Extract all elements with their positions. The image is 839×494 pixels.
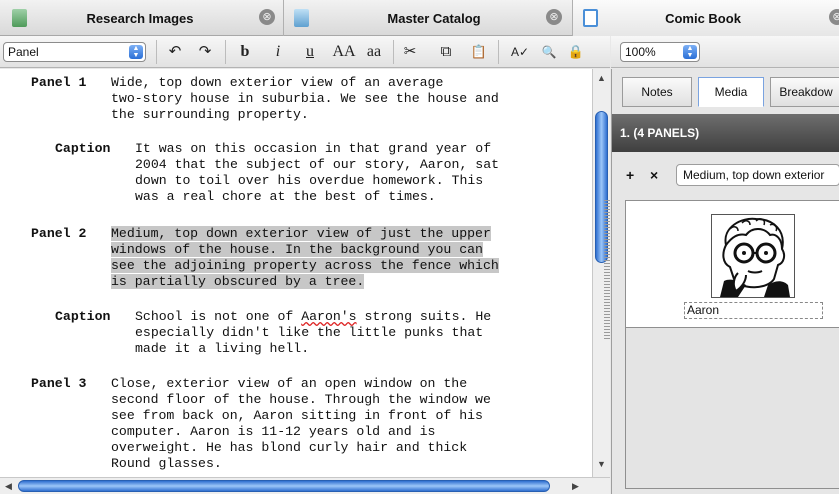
- toolbar-divider: [498, 40, 499, 64]
- horizontal-scroll-thumb[interactable]: [18, 480, 550, 492]
- text-line: overweight. He has blond curly hair and …: [111, 439, 468, 455]
- italic-button[interactable]: i: [270, 42, 286, 62]
- scroll-up-arrow-icon[interactable]: ▲: [597, 73, 606, 83]
- text-line: computer. Aaron is 11-12 years old and i…: [111, 423, 436, 439]
- portrait-illustration: [712, 215, 794, 297]
- tab-label: Research Images: [86, 11, 194, 26]
- media-controls: + × Medium, top down exterior: [612, 160, 839, 190]
- text-line: Close, exterior view of an open window o…: [111, 376, 468, 391]
- toolbar-divider: [156, 40, 157, 64]
- find-icon[interactable]: 🔍: [540, 42, 558, 62]
- panel-1-description[interactable]: Wide, top down exterior view of an avera…: [111, 75, 499, 123]
- text-line: was a real chore at the best of times.: [135, 188, 436, 204]
- tab-master-catalog[interactable]: Master Catalog ⊗: [284, 0, 572, 36]
- tab-comic-book[interactable]: Comic Book ⊗: [573, 0, 839, 36]
- text-fragment: School is not one of: [135, 309, 302, 324]
- style-select[interactable]: Panel ▲ ▼: [3, 42, 146, 62]
- scroll-left-arrow-icon[interactable]: ◀: [5, 481, 12, 492]
- panel-2-description[interactable]: Medium, top down exterior view of just t…: [111, 226, 499, 290]
- media-empty-area: [625, 328, 839, 489]
- redo-button[interactable]: ↷: [195, 42, 215, 62]
- close-icon[interactable]: ⊗: [546, 9, 562, 25]
- text-line: made it a living hell.: [135, 340, 310, 356]
- text-line: It was on this occasion in that grand ye…: [135, 141, 492, 156]
- caption-1-text[interactable]: It was on this occasion in that grand ye…: [135, 141, 499, 205]
- chevron-up-down-icon: ▲ ▼: [683, 45, 697, 59]
- catalog-icon: [294, 9, 309, 27]
- cut-icon[interactable]: ✂: [400, 42, 420, 62]
- media-description-field[interactable]: Medium, top down exterior: [676, 164, 839, 186]
- text-fragment: strong suits. He: [356, 309, 492, 324]
- text-line: second floor of the house. Through the w…: [111, 391, 491, 407]
- caption-1-label: Caption: [55, 141, 111, 156]
- paste-icon[interactable]: 📋: [470, 42, 488, 62]
- remove-media-button[interactable]: ×: [650, 167, 658, 183]
- underline-button[interactable]: u: [302, 42, 318, 62]
- uppercase-button[interactable]: AA: [330, 42, 358, 62]
- tab-notes[interactable]: Notes: [622, 77, 692, 107]
- text-line: Round glasses.: [111, 455, 222, 471]
- tab-research-images[interactable]: Research Images ⊗: [0, 0, 283, 36]
- scroll-down-arrow-icon[interactable]: ▼: [597, 459, 606, 469]
- horizontal-scrollbar[interactable]: ◀ ▶: [0, 477, 610, 494]
- media-thumbnail[interactable]: [711, 214, 795, 298]
- text-line: Wide, top down exterior view of an avera…: [111, 75, 444, 90]
- text-line: is partially obscured by a tree.: [111, 273, 365, 289]
- close-icon[interactable]: ⊗: [829, 9, 839, 25]
- panel-1-label: Panel 1: [31, 75, 87, 90]
- text-line: especially didn't like the little punks …: [135, 324, 484, 340]
- research-images-icon: [12, 9, 27, 27]
- split-resize-handle[interactable]: [604, 200, 610, 340]
- text-line: the surrounding property.: [111, 106, 309, 122]
- close-icon[interactable]: ⊗: [259, 9, 275, 25]
- copy-icon[interactable]: ⧉: [437, 42, 455, 62]
- text-line: Medium, top down exterior view of just t…: [111, 226, 491, 241]
- tab-label: Comic Book: [665, 11, 741, 26]
- lock-icon[interactable]: 🔒: [567, 42, 585, 62]
- media-caption-field[interactable]: Aaron: [684, 302, 823, 319]
- panel-2-label: Panel 2: [31, 226, 87, 241]
- zoom-select[interactable]: 100% ▲ ▼: [620, 42, 700, 62]
- panel-3-label: Panel 3: [31, 376, 87, 391]
- tab-bar: Research Images ⊗ Master Catalog ⊗ Comic…: [0, 0, 839, 36]
- toolbar-divider: [393, 40, 394, 64]
- spelling-icon[interactable]: A✓: [508, 42, 532, 62]
- text-line: see the adjoining property across the fe…: [111, 257, 499, 273]
- script-editor[interactable]: Panel 1 Wide, top down exterior view of …: [0, 69, 592, 477]
- tab-media[interactable]: Media: [698, 77, 764, 107]
- caption-2-label: Caption: [55, 309, 111, 324]
- text-line: down to toil over his overdue homework. …: [135, 172, 484, 188]
- lowercase-button[interactable]: aa: [362, 42, 386, 62]
- chevron-up-down-icon: ▲ ▼: [129, 45, 143, 59]
- tab-breakdown[interactable]: Breakdow: [770, 77, 839, 107]
- undo-button[interactable]: ↶: [165, 42, 185, 62]
- zoom-value: 100%: [625, 45, 656, 59]
- toolbar-divider: [225, 40, 226, 64]
- scroll-right-arrow-icon[interactable]: ▶: [572, 481, 579, 492]
- media-gallery[interactable]: Aaron: [625, 200, 839, 328]
- text-line: 2004 that the subject of our story, Aaro…: [135, 156, 500, 172]
- panel-3-description[interactable]: Close, exterior view of an open window o…: [111, 376, 491, 471]
- bold-button[interactable]: b: [237, 42, 253, 62]
- text-line: see from back on, Aaron sitting in front…: [111, 407, 483, 423]
- scene-title: 1. (4 PANELS): [612, 114, 839, 152]
- tab-label: Master Catalog: [387, 11, 481, 26]
- misspelled-word[interactable]: Aaron's: [301, 309, 356, 324]
- inspector-panel: Notes Media Breakdow 1. (4 PANELS) + × M…: [611, 69, 839, 494]
- text-line: two-story house in suburbia. We see the …: [111, 90, 499, 106]
- caption-2-text[interactable]: School is not one of Aaron's strong suit…: [135, 309, 491, 357]
- text-line: windows of the house. In the background …: [111, 241, 483, 257]
- style-select-value: Panel: [8, 45, 39, 59]
- add-media-button[interactable]: +: [626, 167, 634, 183]
